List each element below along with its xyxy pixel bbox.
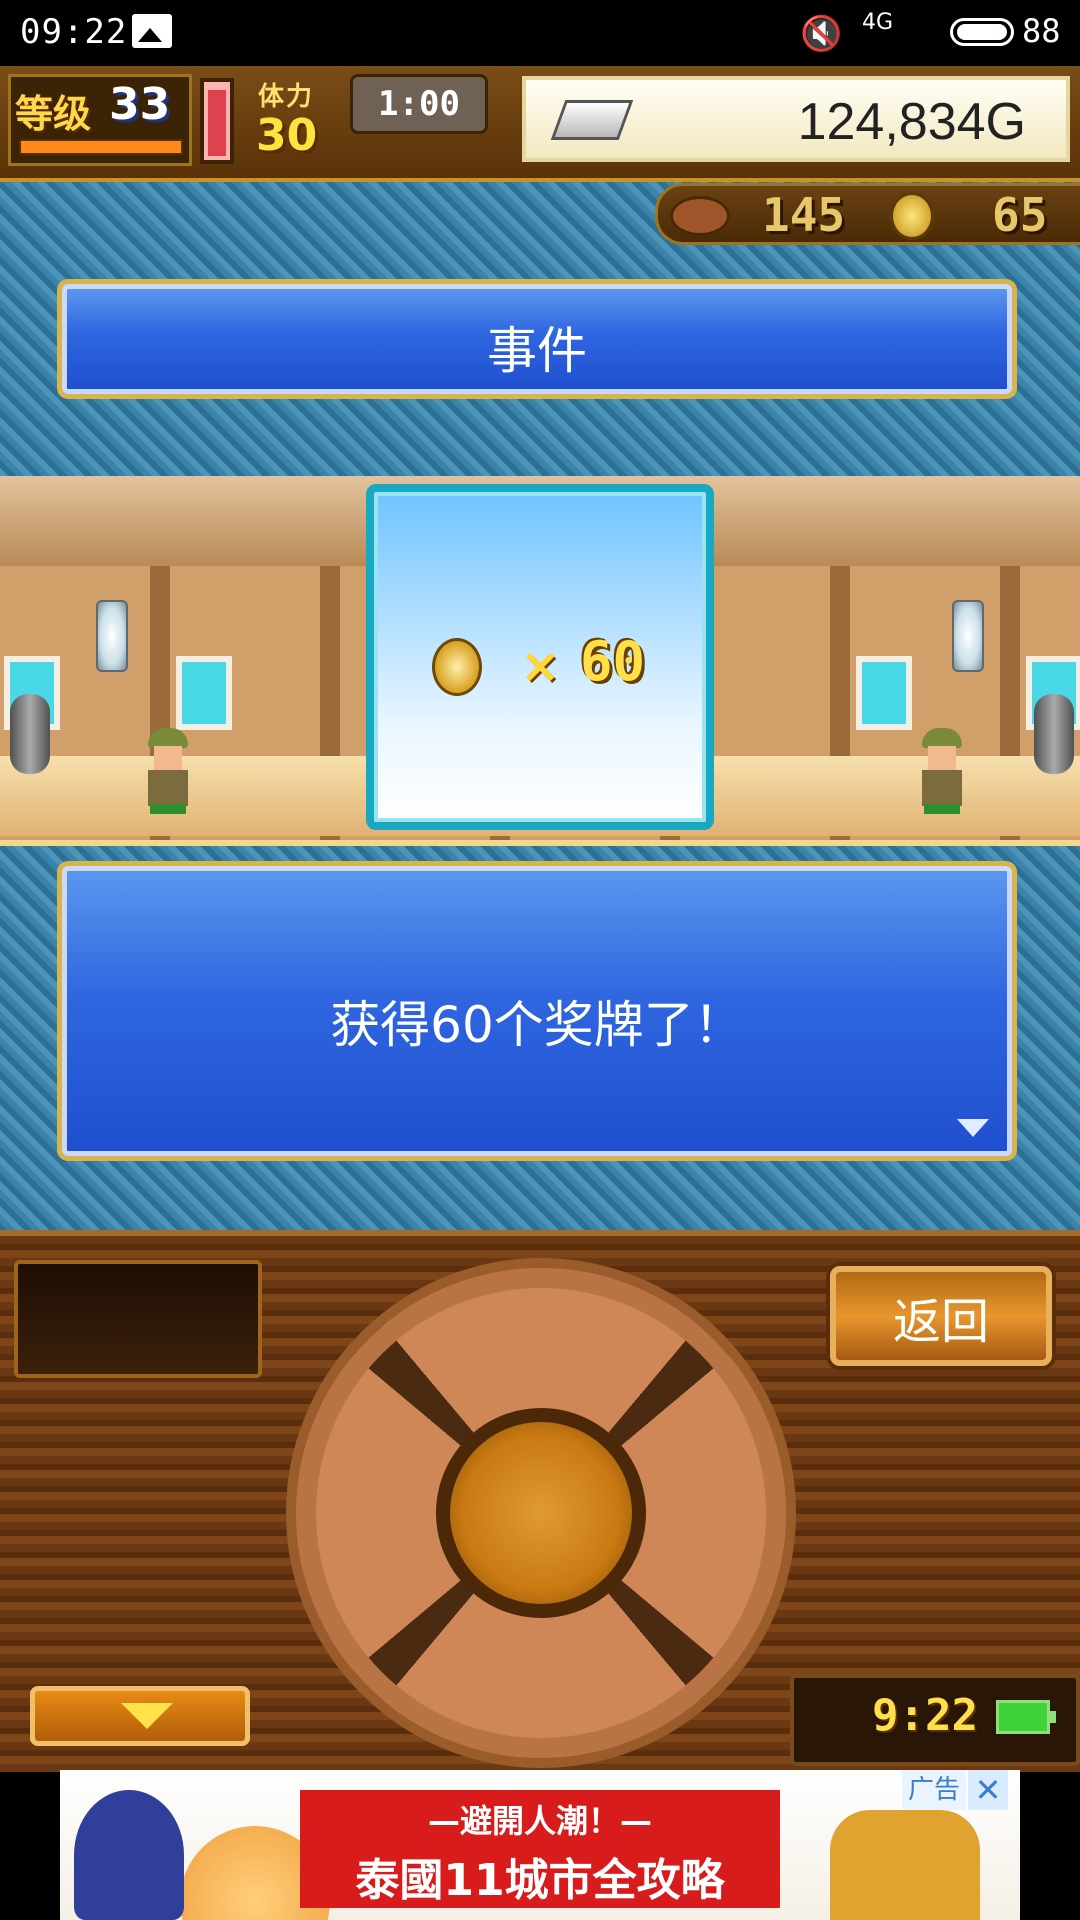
status-bar: 09:22 🔇 4G 88	[0, 0, 1080, 66]
meat-icon	[670, 196, 730, 236]
resource-row: 145 65	[655, 183, 1080, 245]
mute-icon: 🔇	[800, 14, 843, 54]
clock-value: 9:22	[872, 1690, 978, 1741]
action-button[interactable]	[436, 1408, 646, 1618]
ad-tag: 广告	[902, 1770, 966, 1810]
timer: 1:00	[350, 74, 488, 134]
directional-pad[interactable]	[286, 1258, 796, 1768]
arrow-down-icon	[121, 1703, 173, 1729]
medal-value: 65	[992, 188, 1048, 242]
silver-bar-icon	[550, 100, 634, 140]
level-label: 等级	[15, 92, 92, 136]
reward-multiplier: ×	[520, 638, 561, 694]
barrel-icon	[1034, 694, 1074, 774]
next-arrow-icon	[957, 1119, 989, 1137]
signal-icon: 4G	[862, 10, 894, 35]
game-clock: 9:22	[790, 1674, 1080, 1766]
ad-banner[interactable]: —避開人潮！— 泰國11城市全攻略 广告 ✕	[60, 1770, 1020, 1920]
stamina-label: 体力	[258, 82, 315, 112]
crew-character	[914, 728, 970, 814]
meat-value: 145	[762, 188, 846, 242]
battery-icon	[950, 18, 1014, 46]
event-title-panel: 事件	[62, 284, 1012, 394]
ad-line1: —避開人潮！—	[427, 1802, 652, 1840]
experience-bar	[19, 139, 183, 155]
ad-headline-box: —避開人潮！— 泰國11城市全攻略	[300, 1790, 780, 1908]
event-title: 事件	[487, 322, 587, 380]
reward-quantity: 60	[580, 630, 646, 693]
status-time: 09:22	[20, 12, 128, 52]
level-value: 33	[109, 79, 171, 130]
porthole-window	[176, 656, 232, 730]
health-bar	[200, 78, 234, 164]
message-text: 获得60个奖牌了！	[330, 996, 744, 1054]
reward-card: × 60	[366, 484, 714, 830]
lamp-icon	[952, 600, 984, 672]
empty-display-box	[14, 1260, 262, 1378]
stamina-value: 30	[256, 110, 318, 161]
message-box[interactable]: 获得60个奖牌了！	[62, 866, 1012, 1156]
lamp-icon	[96, 600, 128, 672]
top-hud: 等级 33 体力 30 1:00 124,834G	[0, 66, 1080, 182]
close-icon[interactable]: ✕	[968, 1770, 1008, 1810]
medal-icon	[432, 638, 482, 696]
ad-dancer-graphic	[830, 1810, 980, 1920]
medal-icon	[890, 192, 934, 240]
back-button[interactable]: 返回	[830, 1266, 1052, 1366]
menu-toggle-button[interactable]	[30, 1686, 250, 1746]
gold-display: 124,834G	[522, 76, 1070, 162]
controller-panel: 返回 9:22	[0, 1230, 1080, 1772]
battery-icon	[996, 1700, 1056, 1734]
gold-value: 124,834G	[797, 93, 1026, 151]
ad-buddha-graphic	[74, 1790, 184, 1920]
level-box: 等级 33	[8, 74, 192, 166]
image-icon	[132, 14, 172, 48]
porthole-window	[856, 656, 912, 730]
crew-character	[140, 728, 196, 814]
ad-line2: 泰國11城市全攻略	[355, 1855, 725, 1906]
battery-level: 88	[1022, 12, 1061, 50]
barrel-icon	[10, 694, 50, 774]
